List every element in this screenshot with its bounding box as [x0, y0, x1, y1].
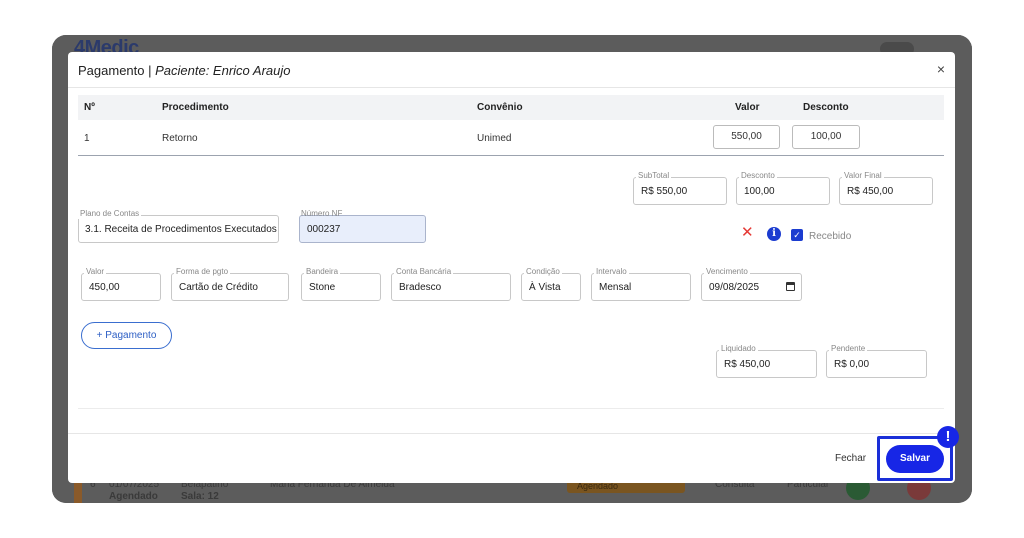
- modal-header: Pagamento | Paciente: Enrico Araujo ×: [68, 52, 955, 88]
- procedures-table-header: Nº Procedimento Convênio Valor Desconto: [78, 95, 944, 120]
- payment-value-value: 450,00: [89, 282, 120, 293]
- info-icon[interactable]: i: [767, 227, 781, 241]
- pending-field: Pendente R$ 0,00: [826, 344, 927, 378]
- alert-badge-icon: !: [937, 426, 959, 448]
- chart-of-accounts-value: 3.1. Receita de Procedimentos Executados: [85, 224, 277, 235]
- close-button[interactable]: Fechar: [835, 453, 866, 464]
- card-brand-label: Bandeira: [304, 267, 341, 277]
- remove-payment-icon[interactable]: ✕: [741, 225, 754, 241]
- col-value: Valor: [735, 102, 760, 113]
- payment-value-field[interactable]: Valor 450,00: [81, 267, 161, 301]
- row-status: Agendado: [109, 491, 158, 502]
- payment-condition-label: Condição: [524, 267, 562, 277]
- col-number: Nº: [84, 102, 95, 113]
- settled-label: Liquidado: [719, 344, 758, 354]
- row-number: 1: [84, 133, 90, 144]
- modal-title: Pagamento | Paciente: Enrico Araujo: [78, 63, 290, 78]
- payment-method-label: Forma de pgto: [174, 267, 231, 277]
- row-procedure: Retorno: [162, 133, 198, 144]
- due-date-input[interactable]: Vencimento 09/08/2025: [701, 267, 802, 301]
- subtotal-label: SubTotal: [636, 171, 672, 181]
- modal-title-patient: Paciente: Enrico Araujo: [155, 63, 291, 78]
- bank-account-value: Bradesco: [399, 282, 442, 293]
- close-icon[interactable]: ×: [937, 61, 945, 77]
- interval-label: Intervalo: [594, 267, 629, 277]
- payment-method-value: Cartão de Crédito: [179, 282, 258, 293]
- invoice-number-field[interactable]: Número NF 000237: [299, 209, 426, 243]
- col-discount: Desconto: [803, 102, 849, 113]
- card-brand-value: Stone: [309, 282, 336, 293]
- card-brand-select[interactable]: Bandeira Stone: [301, 267, 381, 301]
- content-divider: [78, 408, 944, 409]
- payment-condition-select[interactable]: Condição À Vista: [521, 267, 581, 301]
- modal-title-prefix: Pagamento |: [78, 63, 152, 78]
- payment-value-label: Valor: [84, 267, 107, 277]
- discount-total-value: 100,00: [744, 186, 775, 197]
- received-checkbox[interactable]: ✓: [791, 229, 803, 241]
- row-discount-input[interactable]: 100,00: [792, 125, 860, 149]
- row-value-input[interactable]: 550,00: [713, 125, 780, 149]
- col-procedure: Procedimento: [162, 102, 229, 113]
- calendar-icon[interactable]: [786, 282, 795, 291]
- settled-value: R$ 450,00: [724, 359, 771, 370]
- interval-select[interactable]: Intervalo Mensal: [591, 267, 691, 301]
- invoice-number-value: 000237: [307, 224, 341, 235]
- final-value-label: Valor Final: [842, 171, 884, 181]
- footer-divider: [68, 433, 955, 434]
- bank-account-select[interactable]: Conta Bancária Bradesco: [391, 267, 511, 301]
- subtotal-value: R$ 550,00: [641, 186, 688, 197]
- invoice-number-label: Número NF: [301, 209, 343, 218]
- pending-label: Pendente: [829, 344, 868, 354]
- subtotal-field: SubTotal R$ 550,00: [633, 171, 727, 205]
- due-date-value: 09/08/2025: [709, 282, 760, 293]
- due-date-label: Vencimento: [704, 267, 750, 277]
- pending-value: R$ 0,00: [834, 359, 870, 370]
- received-label: Recebido: [809, 231, 852, 242]
- discount-total-label: Desconto: [739, 171, 777, 181]
- save-button[interactable]: Salvar: [886, 445, 944, 473]
- chart-of-accounts-select[interactable]: Plano de Contas 3.1. Receita de Procedim…: [78, 209, 279, 243]
- row-room: Sala: 12: [181, 491, 219, 502]
- final-value-field: Valor Final R$ 450,00: [839, 171, 933, 205]
- col-insurance: Convênio: [477, 102, 523, 113]
- bank-account-label: Conta Bancária: [394, 267, 454, 277]
- row-insurance: Unimed: [477, 133, 512, 144]
- interval-value: Mensal: [599, 282, 632, 293]
- payment-modal: Pagamento | Paciente: Enrico Araujo × Nº…: [68, 52, 955, 483]
- chart-of-accounts-label: Plano de Contas: [78, 209, 142, 219]
- payment-method-select[interactable]: Forma de pgto Cartão de Crédito: [171, 267, 289, 301]
- final-value-value: R$ 450,00: [847, 186, 894, 197]
- payment-condition-value: À Vista: [529, 282, 561, 293]
- add-payment-button[interactable]: + Pagamento: [81, 322, 172, 349]
- discount-total-field[interactable]: Desconto 100,00: [736, 171, 830, 205]
- settled-field: Liquidado R$ 450,00: [716, 344, 817, 378]
